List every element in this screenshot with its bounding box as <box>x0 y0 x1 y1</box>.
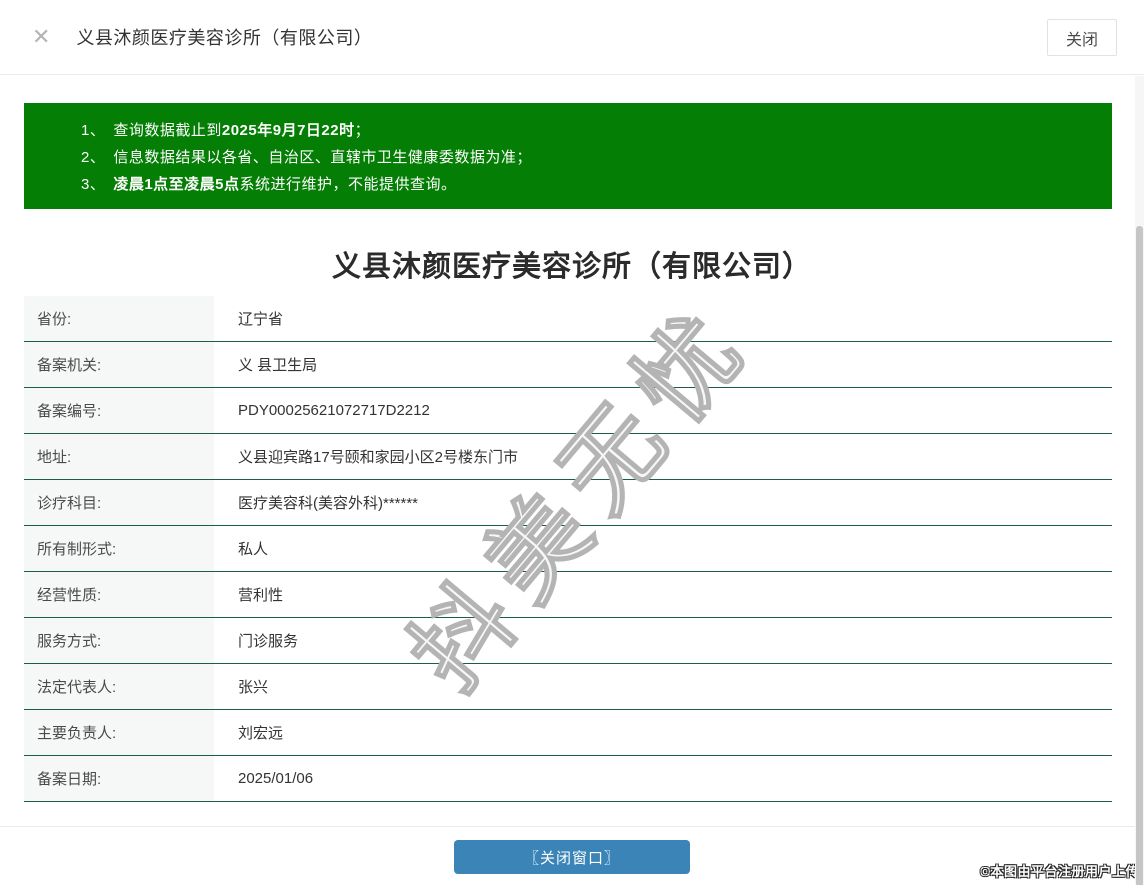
notice-text: 系统进行维护，不能提供查询。 <box>239 176 457 193</box>
page-title: 义县沐颜医疗美容诊所（有限公司） <box>331 251 812 283</box>
table-row-legal-representative: 法定代表人: 张兴 <box>24 664 1112 710</box>
window-title: 义县沐颜医疗美容诊所（有限公司） <box>76 28 373 48</box>
table-row-principal: 主要负责人: 刘宏远 <box>24 710 1112 756</box>
bottom-right-watermark: ©本图由平台注册用户上传 <box>980 864 1139 879</box>
table-row-departments: 诊疗科目: 医疗美容科(美容外科)****** <box>24 480 1112 526</box>
notice-bold: 凌晨1点至凌晨5点 <box>113 176 240 193</box>
row-label: 省份: <box>24 296 214 341</box>
row-value: 2025/01/06 <box>238 770 314 787</box>
row-value: 私人 <box>238 541 269 558</box>
row-value: 义 县卫生局 <box>238 357 318 374</box>
row-label: 主要负责人: <box>24 710 214 755</box>
row-value: 张兴 <box>238 679 269 696</box>
footer-divider <box>0 826 1144 827</box>
row-value: 刘宏远 <box>238 725 284 742</box>
header-bar: ✕ 义县沐颜医疗美容诊所（有限公司） 关闭 <box>0 0 1144 75</box>
scrollbar-track[interactable] <box>1135 76 1144 885</box>
scrollbar-thumb[interactable] <box>1136 226 1143 885</box>
row-value: 辽宁省 <box>238 311 284 328</box>
table-row-filing-number: 备案编号: PDY00025621072717D2212 <box>24 388 1112 434</box>
notice-bold: 2025年9月7日22时 <box>221 122 355 139</box>
table-row-address: 地址: 义县迎宾路17号颐和家园小区2号楼东门市 <box>24 434 1112 480</box>
row-label: 经营性质: <box>24 572 214 617</box>
notice-line-1: 1、 查询数据截止到2025年9月7日22时； <box>81 117 1112 144</box>
row-label: 备案机关: <box>24 342 214 387</box>
row-label: 服务方式: <box>24 618 214 663</box>
close-window-button[interactable]: 〖关闭窗口〗 <box>454 840 690 874</box>
close-button[interactable]: 关闭 <box>1047 19 1117 56</box>
notice-text: 信息数据结果以各省、自治区、直辖市卫生健康委数据为准； <box>113 149 532 166</box>
row-label: 诊疗科目: <box>24 480 214 525</box>
row-label: 地址: <box>24 434 214 479</box>
table-row-business-nature: 经营性质: 营利性 <box>24 572 1112 618</box>
table-row-service-mode: 服务方式: 门诊服务 <box>24 618 1112 664</box>
notice-box: 1、 查询数据截止到2025年9月7日22时； 2、 信息数据结果以各省、自治区、直… <box>24 103 1112 209</box>
row-label: 备案编号: <box>24 388 214 433</box>
row-value: 医疗美容科(美容外科)****** <box>238 495 419 512</box>
table-row-ownership: 所有制形式: 私人 <box>24 526 1112 572</box>
info-table: 省份: 辽宁省 备案机关: 义 县卫生局 备案编号: PDY0002562107… <box>24 296 1112 802</box>
row-value: 义县迎宾路17号颐和家园小区2号楼东门市 <box>238 449 519 466</box>
notice-text: 查询数据截止到 <box>113 122 222 139</box>
table-row-filing-date: 备案日期: 2025/01/06 <box>24 756 1112 802</box>
close-x-icon[interactable]: ✕ <box>32 26 50 48</box>
row-label: 备案日期: <box>24 756 214 801</box>
row-value: 门诊服务 <box>238 633 299 650</box>
notice-num-1: 1、 <box>81 122 106 139</box>
notice-num-2: 2、 <box>81 149 106 166</box>
notice-text: ； <box>354 122 371 139</box>
row-label: 所有制形式: <box>24 526 214 571</box>
notice-num-3: 3、 <box>81 176 106 193</box>
table-row-filing-authority: 备案机关: 义 县卫生局 <box>24 342 1112 388</box>
row-value: 营利性 <box>238 587 284 604</box>
table-row-province: 省份: 辽宁省 <box>24 296 1112 342</box>
row-value: PDY00025621072717D2212 <box>238 402 430 419</box>
row-label: 法定代表人: <box>24 664 214 709</box>
notice-line-2: 2、 信息数据结果以各省、自治区、直辖市卫生健康委数据为准； <box>81 144 1112 171</box>
notice-line-3: 3、 凌晨1点至凌晨5点系统进行维护，不能提供查询。 <box>81 171 1112 198</box>
